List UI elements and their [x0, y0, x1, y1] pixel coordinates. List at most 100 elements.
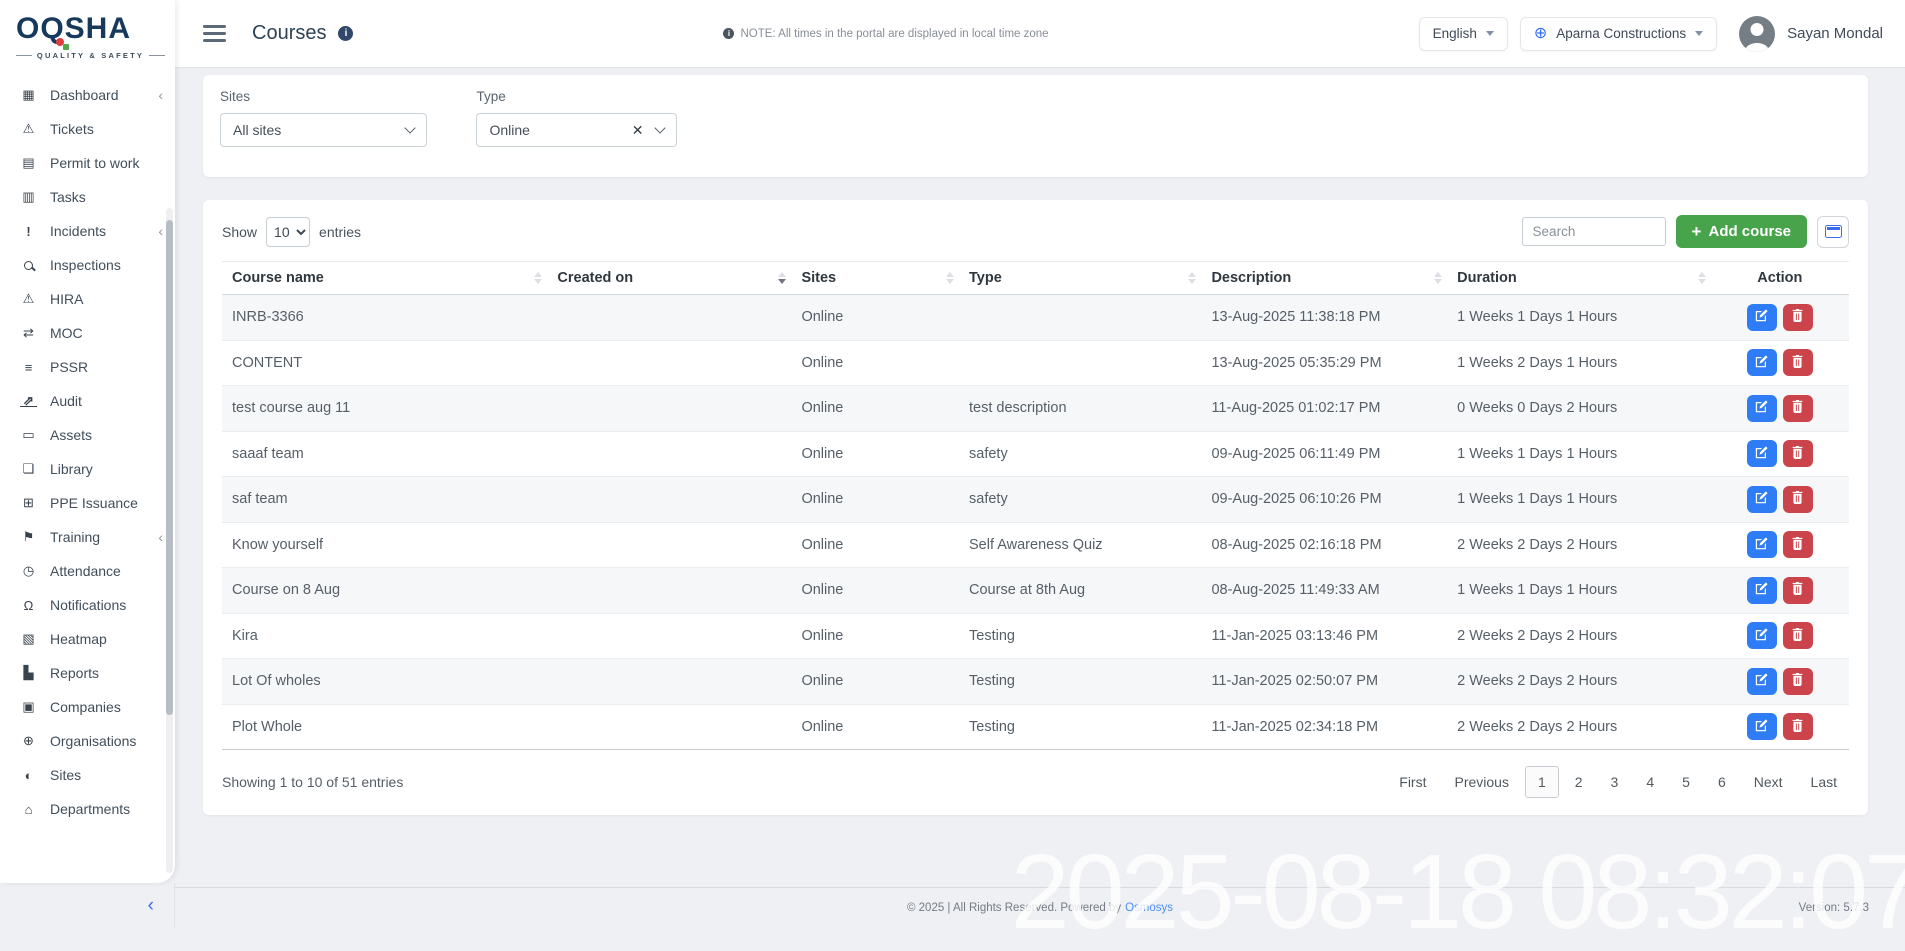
- edit-course-button[interactable]: [1747, 622, 1777, 649]
- column-header-course-name[interactable]: Course name: [222, 262, 547, 295]
- hamburger-menu-icon[interactable]: [203, 25, 226, 42]
- pagination-page-6[interactable]: 6: [1706, 767, 1738, 797]
- cell-duration: 2 Weeks 2 Days 2 Hours: [1447, 522, 1711, 568]
- pagination-page-1[interactable]: 1: [1525, 766, 1559, 798]
- user-avatar[interactable]: [1739, 16, 1775, 52]
- sidebar-item-tickets[interactable]: ⚠Tickets: [0, 112, 175, 146]
- cell-type: Course at 8th Aug: [959, 568, 1201, 614]
- delete-course-button[interactable]: [1783, 440, 1813, 467]
- language-dropdown[interactable]: English: [1419, 17, 1508, 51]
- delete-course-button[interactable]: [1783, 304, 1813, 331]
- sidebar-item-label: Organisations: [50, 733, 136, 749]
- sidebar-item-training[interactable]: ⚑Training‹: [0, 520, 175, 554]
- column-header-description[interactable]: Description: [1201, 262, 1447, 295]
- sidebar-item-attendance[interactable]: ◷Attendance: [0, 554, 175, 588]
- table-row: Plot WholeOnlineTesting11-Jan-2025 02:34…: [222, 704, 1849, 750]
- sidebar-item-moc[interactable]: ⇄MOC: [0, 316, 175, 350]
- sidebar-item-inspections[interactable]: Inspections: [0, 248, 175, 282]
- sidebar-item-organisations[interactable]: ⊕Organisations: [0, 724, 175, 758]
- sidebar-item-heatmap[interactable]: ▧Heatmap: [0, 622, 175, 656]
- pagination-page-4[interactable]: 4: [1634, 767, 1666, 797]
- column-visibility-button[interactable]: [1817, 216, 1849, 248]
- search-input[interactable]: [1522, 217, 1666, 246]
- delete-course-button[interactable]: [1783, 668, 1813, 695]
- sidebar-item-tasks[interactable]: ▥Tasks: [0, 180, 175, 214]
- table-row: Course on 8 AugOnlineCourse at 8th Aug08…: [222, 568, 1849, 614]
- plus-icon: +: [1692, 223, 1702, 240]
- cell-duration: 0 Weeks 0 Days 2 Hours: [1447, 386, 1711, 432]
- add-course-button[interactable]: + Add course: [1676, 215, 1807, 248]
- column-label: Created on: [557, 270, 633, 286]
- sidebar-item-sites[interactable]: ◐Sites: [0, 758, 175, 792]
- sidebar-scrollbar-thumb[interactable]: [166, 220, 173, 715]
- sidebar-item-hira[interactable]: ⚠HIRA: [0, 282, 175, 316]
- info-icon[interactable]: i: [338, 26, 353, 41]
- sort-arrows-icon: [778, 272, 786, 284]
- pagination-page-3[interactable]: 3: [1599, 767, 1631, 797]
- sort-arrows-icon: [1434, 272, 1442, 284]
- sidebar-item-incidents[interactable]: !Incidents‹: [0, 214, 175, 248]
- column-header-sites[interactable]: Sites: [791, 262, 959, 295]
- sidebar-item-permit-to-work[interactable]: ▤Permit to work: [0, 146, 175, 180]
- table-controls: Show 10 entries + Add course: [222, 215, 1849, 248]
- sidebar-item-assets[interactable]: ▭Assets: [0, 418, 175, 452]
- logo-tagline: QUALITY & SAFETY: [16, 51, 165, 60]
- edit-course-button[interactable]: [1747, 304, 1777, 331]
- company-value: Aparna Constructions: [1556, 26, 1686, 41]
- delete-course-button[interactable]: [1783, 531, 1813, 558]
- notifications-icon: Ω: [20, 598, 37, 613]
- sidebar-collapse-icon[interactable]: ‹: [148, 896, 154, 915]
- pagination-page-2[interactable]: 2: [1563, 767, 1595, 797]
- sidebar-item-companies[interactable]: ▣Companies: [0, 690, 175, 724]
- cell-course-name: saaaf team: [222, 431, 547, 477]
- sidebar-item-ppe-issuance[interactable]: ⊞PPE Issuance: [0, 486, 175, 520]
- sites-filter-select[interactable]: All sites: [220, 113, 427, 147]
- type-filter: Type Online ✕: [476, 89, 677, 147]
- pagination-previous[interactable]: Previous: [1442, 767, 1520, 797]
- company-dropdown[interactable]: ⊕ Aparna Constructions: [1520, 17, 1717, 51]
- pagination-last[interactable]: Last: [1799, 767, 1849, 797]
- edit-course-button[interactable]: [1747, 486, 1777, 513]
- sidebar-item-audit[interactable]: ⇗Audit: [0, 384, 175, 418]
- pagination-page-5[interactable]: 5: [1670, 767, 1702, 797]
- delete-course-button[interactable]: [1783, 577, 1813, 604]
- edit-course-button[interactable]: [1747, 577, 1777, 604]
- trash-icon: [1791, 446, 1804, 462]
- delete-course-button[interactable]: [1783, 713, 1813, 740]
- courses-table: Course name Created on SitesTypeDescriptio…: [222, 261, 1849, 750]
- departments-icon: ⌂: [20, 802, 37, 817]
- trash-icon: [1791, 719, 1804, 735]
- sidebar-item-dashboard[interactable]: ▦Dashboard‹: [0, 78, 175, 112]
- logo-green-dot: [63, 44, 69, 50]
- delete-course-button[interactable]: [1783, 349, 1813, 376]
- delete-course-button[interactable]: [1783, 486, 1813, 513]
- edit-course-button[interactable]: [1747, 713, 1777, 740]
- edit-course-button[interactable]: [1747, 349, 1777, 376]
- edit-course-button[interactable]: [1747, 440, 1777, 467]
- sidebar-item-departments[interactable]: ⌂Departments: [0, 792, 175, 826]
- edit-course-button[interactable]: [1747, 668, 1777, 695]
- delete-course-button[interactable]: [1783, 395, 1813, 422]
- column-header-created-on[interactable]: Created on: [547, 262, 791, 295]
- clear-filter-icon[interactable]: ✕: [632, 123, 644, 137]
- pencil-square-icon: [1755, 355, 1768, 371]
- app-logo[interactable]: OQSHA QUALITY & SAFETY: [0, 0, 175, 68]
- cell-sites: Online: [791, 522, 959, 568]
- permit-to-work-icon: ▤: [20, 155, 37, 171]
- type-filter-value: Online: [489, 122, 631, 138]
- pagination-first[interactable]: First: [1387, 767, 1438, 797]
- column-header-duration[interactable]: Duration: [1447, 262, 1711, 295]
- sidebar-item-pssr[interactable]: ≡PSSR: [0, 350, 175, 384]
- sidebar-item-label: PSSR: [50, 359, 88, 375]
- sidebar-item-notifications[interactable]: ΩNotifications: [0, 588, 175, 622]
- column-header-type[interactable]: Type: [959, 262, 1201, 295]
- edit-course-button[interactable]: [1747, 531, 1777, 558]
- osmosys-link[interactable]: Osmosys: [1125, 902, 1173, 914]
- sidebar-item-library[interactable]: ❏Library: [0, 452, 175, 486]
- type-filter-select[interactable]: Online ✕: [476, 113, 677, 147]
- entries-select[interactable]: 10: [266, 217, 310, 247]
- edit-course-button[interactable]: [1747, 395, 1777, 422]
- delete-course-button[interactable]: [1783, 622, 1813, 649]
- pagination-next[interactable]: Next: [1742, 767, 1795, 797]
- sidebar-item-reports[interactable]: ▙Reports: [0, 656, 175, 690]
